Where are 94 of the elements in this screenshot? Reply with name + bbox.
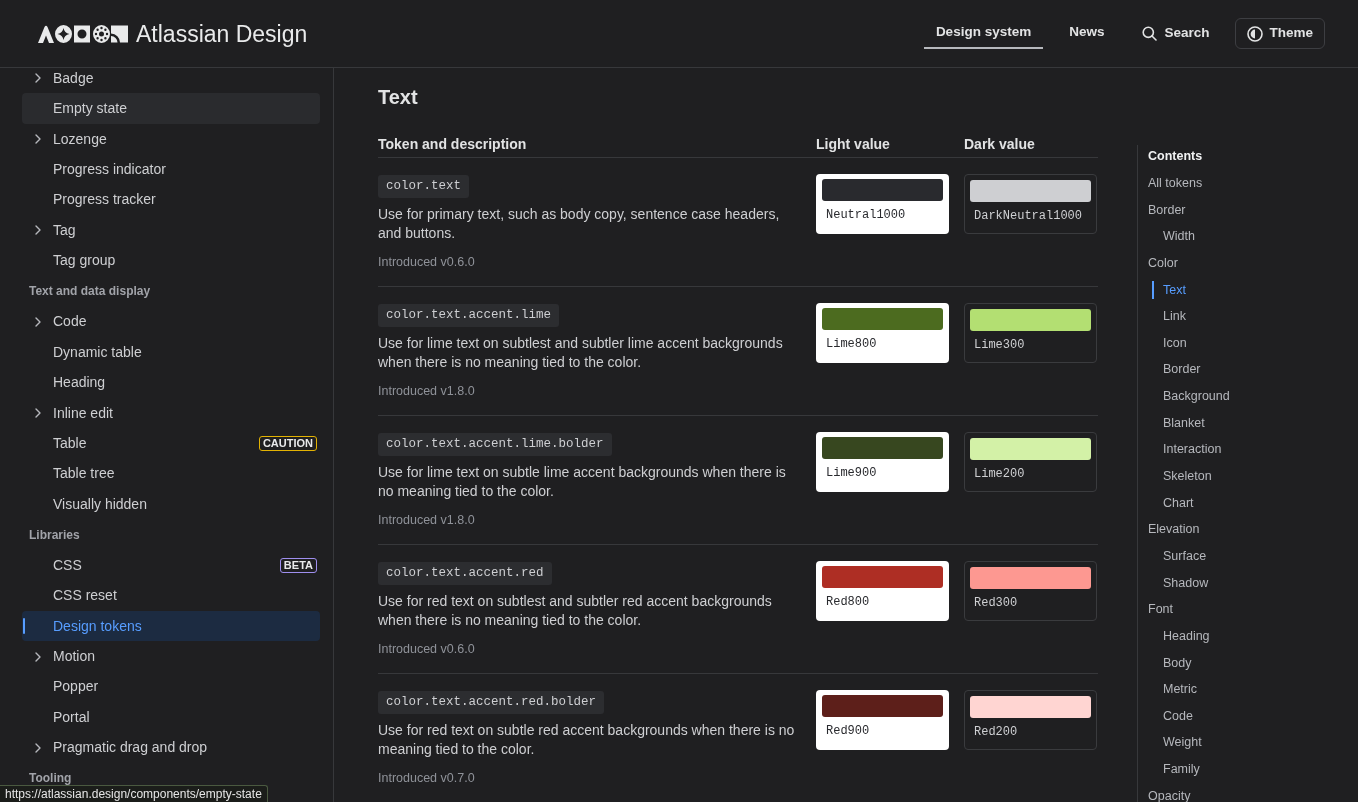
color-name: Red800	[826, 595, 870, 610]
sidebar-item[interactable]: Progress tracker	[22, 184, 320, 216]
token-description: Use for primary text, such as body copy, sentence case headers, and buttons.	[378, 205, 781, 243]
contents-link[interactable]: Blanket	[1163, 415, 1205, 430]
sidebar-item[interactable]: Tag	[22, 215, 320, 246]
contents-link[interactable]: Heading	[1163, 628, 1210, 643]
theme-button[interactable]: Theme	[1235, 18, 1325, 49]
search-icon	[1142, 26, 1158, 41]
version-note: Introduced v0.6.0	[378, 254, 475, 271]
sidebar-item[interactable]: Popper	[22, 671, 320, 703]
sidebar-item[interactable]: Inline edit	[22, 397, 320, 429]
color-name: Lime200	[974, 467, 1025, 482]
color-name: Lime300	[974, 338, 1025, 353]
token-code: color.text.accent.red	[378, 562, 552, 585]
contents-link[interactable]: Surface	[1163, 548, 1207, 563]
contents-link[interactable]: Weight	[1163, 735, 1202, 750]
token-description: Use for red text on subtlest and subtler red accent backgrounds when there is no meaning tied to the color.	[378, 592, 773, 630]
sidebar-item[interactable]: CSS reset	[22, 580, 320, 611]
section-heading: Tooling	[29, 772, 72, 785]
token-code: color.text.accent.lime.bolder	[378, 433, 612, 456]
section-heading: Text and data display	[29, 285, 151, 298]
contents-link[interactable]: Family	[1163, 762, 1200, 777]
sidebar-item[interactable]: Heading	[22, 367, 320, 398]
version-note: Introduced v1.8.0	[378, 512, 475, 529]
sidebar-item[interactable]: Visually hidden	[22, 489, 320, 520]
contents-link[interactable]: Chart	[1163, 495, 1194, 510]
token-code: color.text.accent.red.bolder	[378, 691, 605, 714]
sidebar-item[interactable]: Motion	[22, 641, 320, 672]
color-name: Red200	[974, 725, 1018, 740]
chevron-right-icon	[35, 225, 41, 236]
sidebar-item[interactable]: Badge	[22, 68, 320, 94]
contents-link[interactable]: Font	[1148, 602, 1173, 617]
token-code: color.text.accent.lime	[378, 304, 560, 327]
half-filled-circle-icon	[1247, 25, 1264, 42]
token-description: Use for lime text on subtlest and subtler lime accent backgrounds when there is no meaning tied to the color.	[378, 334, 784, 372]
status-lozenge: CAUTION	[258, 435, 317, 451]
sidebar-item[interactable]: Pragmatic drag and drop	[22, 732, 320, 764]
version-note: Introduced v0.7.0	[378, 770, 475, 787]
color-name: Red300	[974, 596, 1018, 611]
nav-tab[interactable]: Design system	[923, 18, 1044, 49]
chevron-right-icon	[35, 73, 41, 84]
sidebar-item[interactable]: CSS BETA	[22, 550, 320, 581]
color-name: Red900	[826, 724, 870, 739]
contents-link[interactable]: Link	[1163, 309, 1186, 324]
contents-heading: Contents	[1148, 148, 1203, 165]
chevron-right-icon	[35, 651, 41, 662]
color-name: DarkNeutral1000	[974, 209, 1083, 224]
contents-link[interactable]: Body	[1163, 655, 1192, 670]
contents-link[interactable]: Interaction	[1163, 442, 1222, 457]
sidebar-item[interactable]: Table tree	[22, 458, 320, 490]
sidebar-item[interactable]: Design tokens	[22, 610, 320, 642]
sidebar-item[interactable]: Table CAUTION	[22, 428, 320, 459]
column-header: Dark value	[964, 136, 1035, 152]
contents-link[interactable]: Opacity	[1148, 788, 1191, 802]
contents-link[interactable]: Code	[1163, 708, 1193, 723]
section-heading: Libraries	[29, 528, 80, 541]
chevron-right-icon	[35, 742, 41, 753]
version-note: Introduced v0.6.0	[378, 641, 475, 658]
color-name: Lime800	[826, 337, 877, 352]
contents-link[interactable]: Text	[1163, 282, 1186, 297]
contents-link[interactable]: Metric	[1163, 682, 1198, 697]
contents-link[interactable]: Width	[1163, 229, 1195, 244]
sidebar-item[interactable]: Tag group	[22, 245, 320, 277]
sidebar-item[interactable]: Lozenge	[22, 123, 320, 155]
sidebar-item[interactable]: Code	[22, 306, 320, 337]
column-header: Light value	[816, 136, 890, 152]
token-description: Use for lime text on subtle lime accent backgrounds when there is no meaning tied to the color.	[378, 463, 787, 501]
chevron-right-icon	[35, 134, 41, 145]
section-title: Text	[378, 85, 418, 110]
chevron-right-icon	[35, 408, 41, 419]
token-description: Use for red text on subtle red accent backgrounds when there is no meaning tied to the color.	[378, 721, 796, 759]
contents-link[interactable]: Skeleton	[1163, 469, 1212, 484]
contents-link[interactable]: Color	[1148, 255, 1178, 270]
contents-link[interactable]: All tokens	[1148, 176, 1203, 190]
contents-link[interactable]: Elevation	[1148, 522, 1200, 537]
contents-link[interactable]: Border	[1148, 202, 1186, 217]
sidebar-item[interactable]: Dynamic table	[22, 336, 320, 368]
chevron-right-icon	[35, 316, 41, 327]
color-name: Neutral1000	[826, 208, 906, 223]
version-note: Introduced v1.8.0	[378, 383, 475, 400]
status-url-tooltip: https://atlassian.design/components/empty-state	[0, 785, 268, 802]
contents-link[interactable]: Shadow	[1163, 575, 1209, 590]
search-button[interactable]: Search	[1130, 18, 1222, 49]
nav-tab[interactable]: News	[1057, 18, 1117, 49]
contents-link[interactable]: Icon	[1163, 335, 1187, 350]
contents-link[interactable]: Border	[1163, 362, 1201, 377]
status-lozenge: BETA	[279, 557, 317, 573]
column-header: Token and description	[378, 136, 527, 152]
sidebar-item[interactable]: Empty state	[22, 93, 320, 124]
color-name: Lime900	[826, 466, 877, 481]
sidebar-item[interactable]: Progress indicator	[22, 154, 320, 185]
contents-link[interactable]: Background	[1163, 389, 1230, 404]
sidebar-item[interactable]: Portal	[22, 702, 320, 733]
token-code: color.text	[378, 175, 469, 198]
